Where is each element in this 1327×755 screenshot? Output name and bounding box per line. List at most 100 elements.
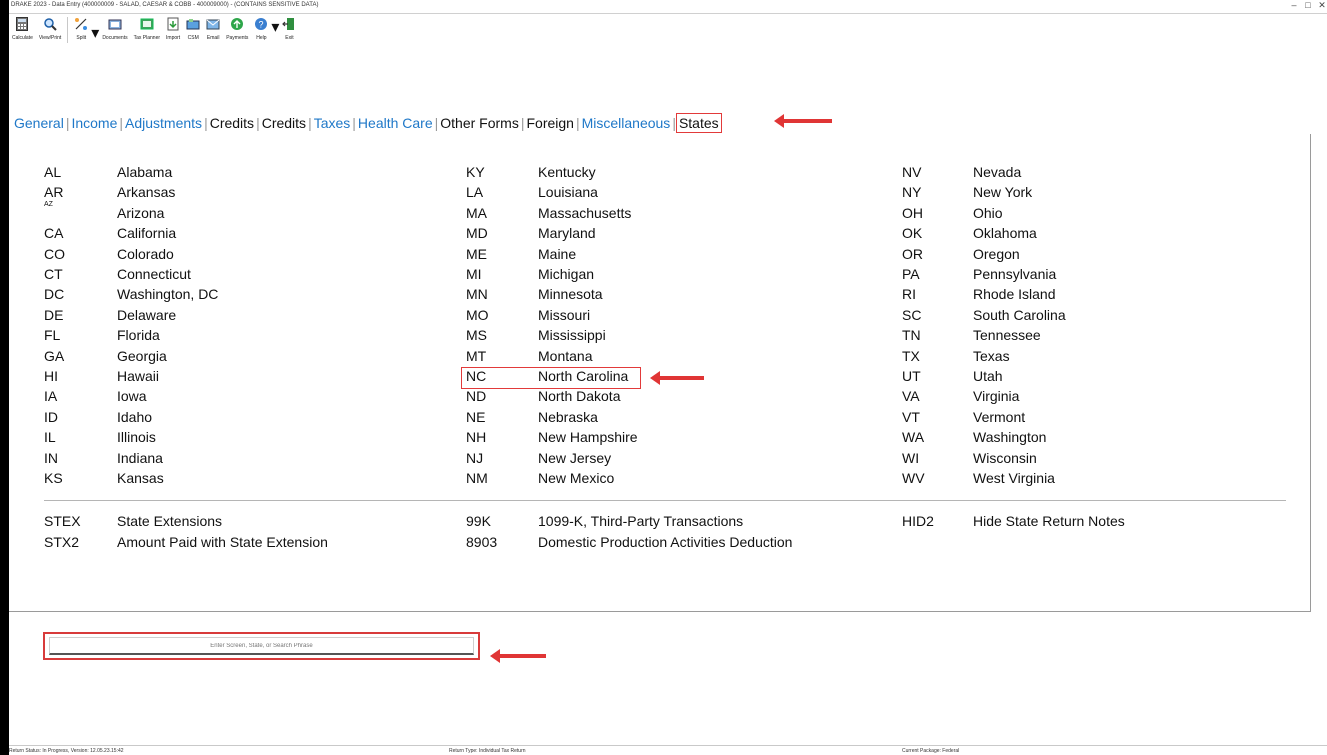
state-code[interactable]: MT — [466, 348, 486, 364]
state-code[interactable]: DC — [44, 286, 64, 302]
state-code[interactable]: NE — [466, 409, 485, 425]
state-code[interactable]: VT — [902, 409, 920, 425]
state-code[interactable]: WI — [902, 450, 919, 466]
state-code[interactable]: UT — [902, 368, 921, 384]
state-name[interactable]: Wisconsin — [973, 450, 1037, 466]
state-code[interactable]: OR — [902, 246, 923, 262]
state-code[interactable]: AZ — [44, 201, 53, 208]
state-name[interactable]: Virginia — [973, 388, 1019, 404]
state-code[interactable]: IL — [44, 429, 56, 445]
state-name[interactable]: Arizona — [117, 205, 164, 221]
state-name[interactable]: Washington, DC — [117, 286, 218, 302]
state-name[interactable]: Arkansas — [117, 184, 175, 200]
state-code[interactable]: HI — [44, 368, 58, 384]
state-code[interactable]: FL — [44, 327, 60, 343]
tab-taxes[interactable]: Taxes — [312, 115, 353, 131]
state-name[interactable]: Georgia — [117, 348, 167, 364]
state-code[interactable]: MS — [466, 327, 487, 343]
state-name[interactable]: Nevada — [973, 164, 1021, 180]
state-code[interactable]: KY — [466, 164, 485, 180]
import-button[interactable]: Import — [163, 15, 183, 45]
state-name[interactable]: Maryland — [538, 225, 596, 241]
state-name[interactable]: Massachusetts — [538, 205, 631, 221]
state-code[interactable]: OH — [902, 205, 923, 221]
state-name[interactable]: Montana — [538, 348, 592, 364]
csm-button[interactable]: CSM — [183, 15, 203, 45]
tab-health-care[interactable]: Health Care — [356, 115, 435, 131]
state-code[interactable]: CT — [44, 266, 63, 282]
state-name[interactable]: Nebraska — [538, 409, 598, 425]
state-name[interactable]: Washington — [973, 429, 1046, 445]
state-code[interactable]: NV — [902, 164, 921, 180]
state-name[interactable]: New Mexico — [538, 470, 614, 486]
state-code[interactable]: LA — [466, 184, 483, 200]
state-name[interactable]: North Dakota — [538, 388, 620, 404]
maximize-button[interactable]: □ — [1301, 0, 1315, 10]
state-code[interactable]: MD — [466, 225, 488, 241]
tab-miscellaneous[interactable]: Miscellaneous — [580, 115, 673, 131]
tab-general[interactable]: General — [12, 115, 66, 131]
state-code[interactable]: MI — [466, 266, 482, 282]
search-input[interactable] — [49, 637, 474, 655]
state-code[interactable]: KS — [44, 470, 63, 486]
exit-button[interactable]: Exit — [279, 15, 299, 45]
state-name[interactable]: Louisiana — [538, 184, 598, 200]
state-name[interactable]: Maine — [538, 246, 576, 262]
state-name[interactable]: Rhode Island — [973, 286, 1056, 302]
state-code[interactable]: NM — [466, 470, 488, 486]
tab-states[interactable]: States — [675, 113, 722, 133]
state-code[interactable]: NY — [902, 184, 921, 200]
state-name[interactable]: Illinois — [117, 429, 156, 445]
state-name[interactable]: Florida — [117, 327, 160, 343]
state-name[interactable]: West Virginia — [973, 470, 1055, 486]
state-code[interactable]: WV — [902, 470, 925, 486]
state-name[interactable]: Vermont — [973, 409, 1025, 425]
state-code[interactable]: SC — [902, 307, 921, 323]
state-code[interactable]: IA — [44, 388, 57, 404]
state-code[interactable]: WA — [902, 429, 924, 445]
close-button[interactable]: ✕ — [1315, 0, 1327, 11]
state-code[interactable]: CO — [44, 246, 65, 262]
state-name[interactable]: Iowa — [117, 388, 147, 404]
state-name[interactable]: Ohio — [973, 205, 1003, 221]
state-name[interactable]: New York — [973, 184, 1032, 200]
state-code[interactable]: PA — [902, 266, 920, 282]
payments-button[interactable]: Payments — [223, 15, 251, 45]
screen-code[interactable]: STEX — [44, 513, 81, 529]
state-name[interactable]: Alabama — [117, 164, 172, 180]
minimize-button[interactable]: – — [1287, 0, 1301, 10]
state-code[interactable]: NJ — [466, 450, 483, 466]
state-name[interactable]: Pennsylvania — [973, 266, 1056, 282]
state-code[interactable]: MA — [466, 205, 487, 221]
split-button[interactable]: Split — [71, 15, 91, 45]
state-code[interactable]: AL — [44, 164, 61, 180]
state-name[interactable]: Minnesota — [538, 286, 603, 302]
state-name[interactable]: Oklahoma — [973, 225, 1037, 241]
screen-code[interactable]: 8903 — [466, 534, 497, 550]
state-code[interactable]: IN — [44, 450, 58, 466]
state-code[interactable]: DE — [44, 307, 63, 323]
help-button[interactable]: ? Help — [251, 15, 271, 45]
calculate-button[interactable]: Calculate — [9, 15, 36, 45]
tab-credits-2[interactable]: Credits — [260, 115, 308, 131]
state-code[interactable]: CA — [44, 225, 63, 241]
state-name[interactable]: New Hampshire — [538, 429, 638, 445]
state-code[interactable]: MN — [466, 286, 488, 302]
screen-code[interactable]: HID2 — [902, 513, 934, 529]
screen-name[interactable]: Domestic Production Activities Deduction — [538, 534, 792, 550]
screen-name[interactable]: State Extensions — [117, 513, 222, 529]
screen-name[interactable]: 1099-K, Third-Party Transactions — [538, 513, 743, 529]
state-name[interactable]: Utah — [973, 368, 1003, 384]
state-name[interactable]: Michigan — [538, 266, 594, 282]
state-name[interactable]: Missouri — [538, 307, 590, 323]
state-name[interactable]: South Carolina — [973, 307, 1066, 323]
state-code[interactable]: NH — [466, 429, 486, 445]
state-code[interactable]: VA — [902, 388, 920, 404]
documents-button[interactable]: Documents — [99, 15, 130, 45]
help-dropdown-icon[interactable]: ▾ — [271, 17, 279, 37]
state-name[interactable]: Texas — [973, 348, 1010, 364]
tab-adjustments[interactable]: Adjustments — [123, 115, 204, 131]
state-name[interactable]: Colorado — [117, 246, 174, 262]
state-name[interactable]: California — [117, 225, 176, 241]
tax-planner-button[interactable]: Tax Planner — [131, 15, 163, 45]
